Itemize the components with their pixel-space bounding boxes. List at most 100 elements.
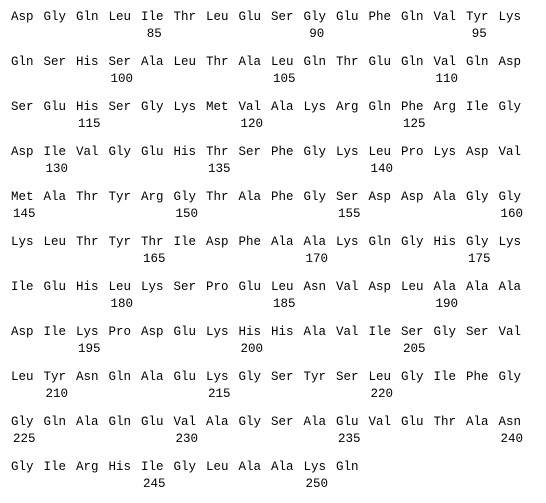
residue: Ser [336, 370, 359, 384]
residue-number: 220 [370, 387, 393, 401]
residue: Asp [401, 190, 424, 204]
sequence-line: Asp Gly Gln Leu Ile Thr Leu Glu Ser Gly Glu Phe Gln V… [11, 8, 546, 53]
residue: Thr [206, 190, 229, 204]
residue-number: 250 [305, 477, 328, 491]
residue: Ser [271, 370, 294, 384]
residue: Lys [336, 235, 359, 249]
residue-number: 105 [272, 72, 296, 86]
residue: Leu [368, 145, 392, 159]
residue: His [271, 325, 294, 339]
residue: Ala [466, 280, 489, 294]
residue: Ser [108, 55, 132, 69]
residue: Met [206, 100, 229, 114]
residue-number: 125 [402, 117, 426, 131]
residue: Ser [401, 325, 424, 339]
residue-number: 205 [402, 342, 426, 356]
residue: Lys [11, 235, 34, 249]
residue: Gly [173, 460, 197, 474]
residue: Tyr [466, 10, 489, 24]
residue-number: 110 [435, 72, 458, 86]
residue-row: Ser Glu His Ser Gly Lys Met Val Ala Lys Arg Gln Phe A… [11, 98, 546, 116]
residue: Asp [11, 145, 34, 159]
residue: Thr [173, 10, 197, 24]
residue: Lys [498, 10, 522, 24]
residue: Ser [336, 190, 359, 204]
residue-number-row: 165 170 175 [11, 251, 546, 268]
residue: Met [11, 190, 34, 204]
residue: Phe [401, 100, 424, 114]
residue-number: 240 [500, 432, 523, 446]
residue: Thr [76, 190, 99, 204]
residue: Ile [433, 370, 457, 384]
residue: Tyr [43, 370, 67, 384]
residue-number-row: 100 105 110 [11, 71, 546, 88]
sequence-line: Ile Glu His Leu Lys Ser Pro Glu Leu Asn Val Asp Leu A… [11, 278, 546, 323]
residue: His [108, 460, 132, 474]
residue: Val [433, 10, 457, 24]
residue-row: Leu Tyr Asn Gln Ala Glu Lys Gly Ser Tyr Ser Leu Gly I… [11, 368, 546, 386]
residue: Gln [368, 235, 392, 249]
residue: Asp [368, 280, 392, 294]
residue: Ile [141, 460, 164, 474]
residue: Ser [173, 280, 197, 294]
residue: Gln [368, 100, 392, 114]
residue: Asp [498, 55, 522, 69]
residue: Ser [108, 100, 132, 114]
residue: Leu [108, 280, 132, 294]
residue: Ala [206, 415, 229, 429]
residue: Gly [466, 235, 489, 249]
residue: Gln [11, 55, 34, 69]
residue: Arg [141, 190, 164, 204]
residue: Ala [303, 235, 327, 249]
residue: Val [368, 415, 392, 429]
residue: Lys [173, 100, 197, 114]
residue: Phe [368, 10, 392, 24]
residue-row: Asp Ile Lys Pro Asp Glu Lys His His Ala Val Ile Ser G… [11, 323, 546, 341]
residue: Glu [43, 280, 67, 294]
residue: Glu [401, 415, 424, 429]
residue: Pro [206, 280, 229, 294]
residue: Gly [498, 190, 522, 204]
residue-number-row: 130 135 140 [11, 161, 546, 178]
residue-number: 185 [272, 297, 296, 311]
residue: Lys [206, 325, 229, 339]
residue: Gln [108, 370, 132, 384]
residue: Gly [466, 190, 489, 204]
residue: Tyr [108, 190, 132, 204]
residue: Ile [368, 325, 392, 339]
residue-number: 90 [309, 27, 325, 41]
residue-number: 190 [435, 297, 458, 311]
sequence-line: Lys Leu Thr Tyr Thr Ile Asp Phe Ala Ala Lys Gln Gly H… [11, 233, 546, 278]
residue: Ala [433, 280, 457, 294]
residue: Val [336, 325, 359, 339]
residue: Gly [498, 370, 522, 384]
residue: His [76, 55, 99, 69]
residue: Thr [206, 55, 229, 69]
residue: Asp [206, 235, 229, 249]
residue: Gly [11, 415, 34, 429]
residue-number: 180 [110, 297, 133, 311]
residue-row: Met Ala Thr Tyr Arg Gly Thr Ala Phe Gly Ser Asp Asp A… [11, 188, 546, 206]
residue: Val [238, 100, 262, 114]
residue-number-row: 210 215 220 [11, 386, 546, 403]
residue: His [433, 235, 457, 249]
residue: Asp [11, 325, 34, 339]
sequence-line: Gly Ile Arg His Ile Gly Leu Ala Ala Lys Gln 245 250 [11, 458, 546, 503]
residue: Ser [43, 55, 67, 69]
residue: Gly [141, 100, 164, 114]
residue: Gly [108, 145, 132, 159]
residue: Asp [11, 10, 34, 24]
residue: Gly [401, 370, 424, 384]
residue-number: 150 [175, 207, 198, 221]
residue: Tyr [303, 370, 327, 384]
residue: Ser [238, 145, 262, 159]
residue: Gln [43, 415, 67, 429]
residue: Ala [498, 280, 522, 294]
residue: Ala [466, 415, 489, 429]
residue: Glu [336, 10, 359, 24]
residue-number: 135 [207, 162, 231, 176]
residue: Gly [11, 460, 34, 474]
residue-row: Lys Leu Thr Tyr Thr Ile Asp Phe Ala Ala Lys Gln Gly H… [11, 233, 546, 251]
residue-number: 225 [12, 432, 36, 446]
residue: Ile [173, 235, 197, 249]
